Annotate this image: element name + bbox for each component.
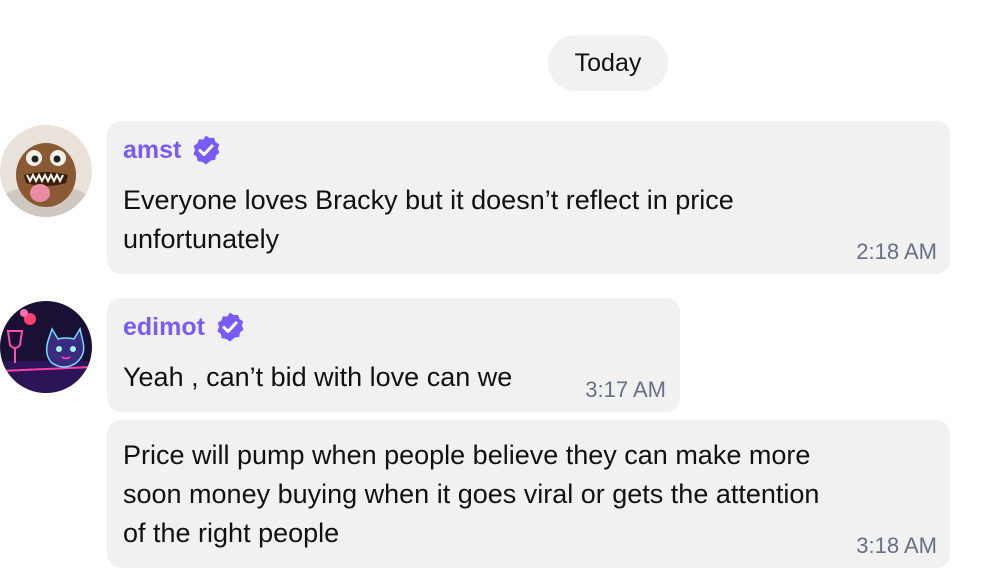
message-line: of the right people — [123, 518, 340, 548]
avatar-edimot[interactable] — [0, 301, 92, 393]
message-text: Price will pump when people believe they… — [123, 436, 923, 553]
message-timestamp: 3:18 AM — [856, 533, 937, 558]
verified-badge-icon — [193, 135, 220, 165]
sender-name[interactable]: amst — [123, 136, 181, 165]
message-line: Price will pump when people believe they… — [123, 440, 811, 470]
message-line: Everyone loves Bracky but it doesn’t ref… — [123, 185, 734, 215]
creature-avatar-icon — [0, 125, 92, 217]
message-text: Everyone loves Bracky but it doesn’t ref… — [123, 181, 883, 259]
message-text: Yeah , can’t bid with love can we — [123, 358, 583, 397]
sender-header: amst — [123, 134, 222, 166]
message-bubble-2[interactable]: edimot Yeah , can’t bid with love can we… — [107, 298, 680, 412]
message-bubble-1[interactable]: amst Everyone loves Bracky but it doesn’… — [107, 121, 950, 274]
avatar-amst[interactable] — [0, 125, 92, 217]
message-bubble-3[interactable]: Price will pump when people believe they… — [107, 420, 950, 568]
verified-badge-icon — [217, 312, 244, 342]
chat-view: Today amst Everyone loves Bracky but it … — [0, 0, 986, 586]
message-line: soon money buying when it goes viral or … — [123, 479, 820, 509]
message-timestamp: 3:17 AM — [585, 377, 666, 402]
message-line: Yeah , can’t bid with love can we — [123, 362, 513, 392]
message-line: unfortunately — [123, 224, 280, 254]
sender-header: edimot — [123, 311, 246, 343]
sender-name[interactable]: edimot — [123, 313, 205, 342]
date-separator: Today — [548, 35, 668, 91]
neon-cat-avatar-icon — [0, 301, 92, 393]
message-timestamp: 2:18 AM — [856, 239, 937, 264]
